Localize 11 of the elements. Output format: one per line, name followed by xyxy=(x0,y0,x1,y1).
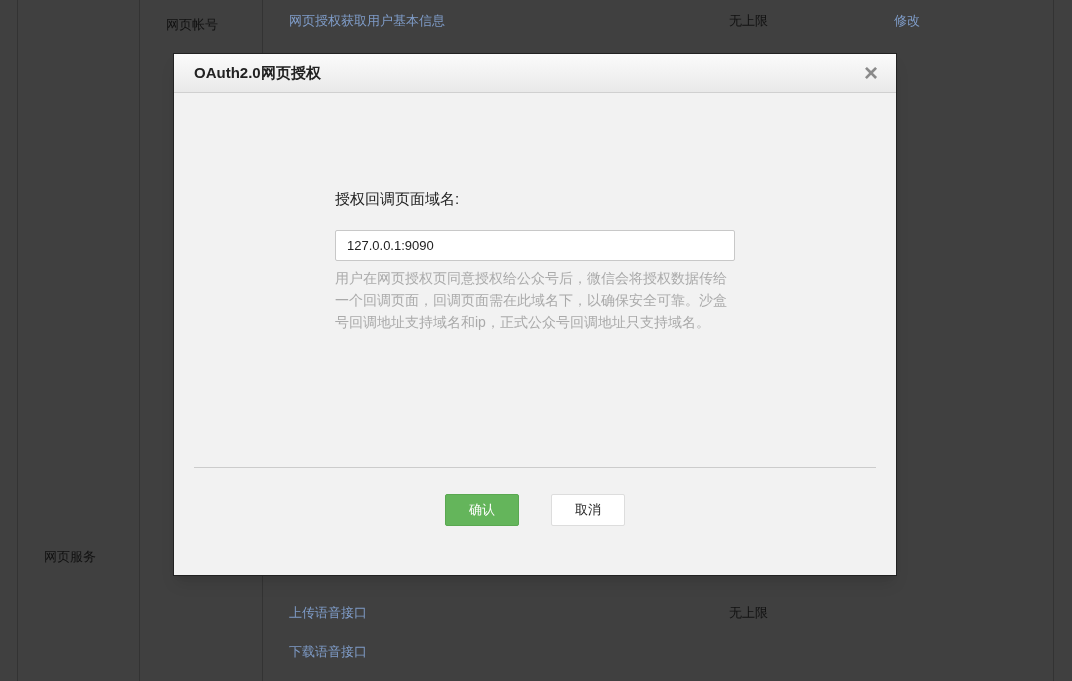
api-link[interactable]: 下载语音接口 xyxy=(289,641,729,662)
api-link[interactable]: 上传语音接口 xyxy=(289,602,729,623)
help-text: 用户在网页授权页同意授权给公众号后，微信会将授权数据传给一个回调页面，回调页面需在此域名下，以确保安全可靠。沙盒号回调地址支持域名和ip，正式公众号回调地址只支持域名。 xyxy=(335,268,728,332)
close-button[interactable]: × xyxy=(864,61,878,85)
confirm-button[interactable]: 确认 xyxy=(445,494,519,526)
dialog-title: OAuth2.0网页授权 xyxy=(194,62,321,83)
cancel-button[interactable]: 取消 xyxy=(551,494,625,526)
edit-link[interactable]: 修改 xyxy=(894,11,920,31)
domain-input-field[interactable]: 127.0.0.1:9090 xyxy=(335,229,735,261)
api-link[interactable]: 网页授权获取用户基本信息 xyxy=(289,11,729,31)
field-label: 授权回调页面域名: xyxy=(335,189,461,209)
